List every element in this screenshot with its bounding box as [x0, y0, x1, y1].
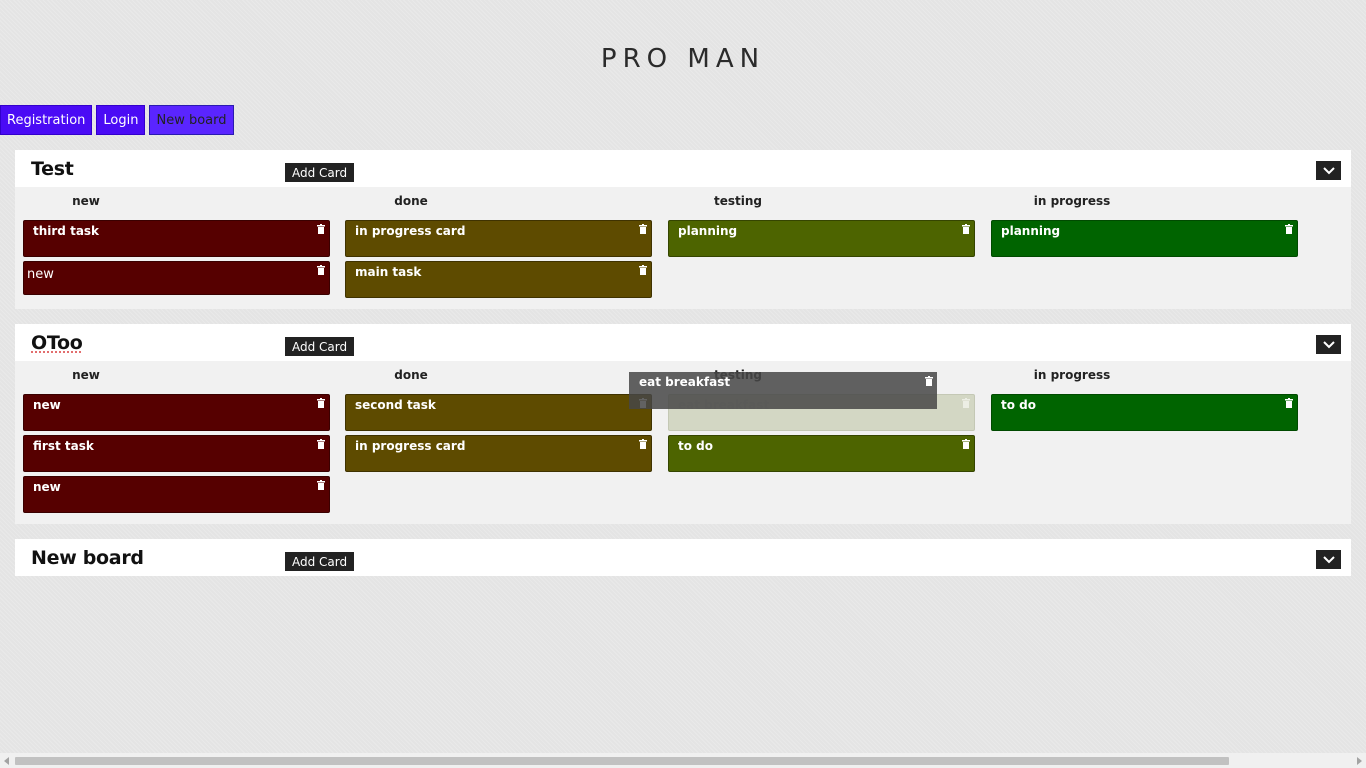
dragging-card[interactable]: eat breakfast	[629, 372, 937, 409]
trash-icon[interactable]	[639, 265, 647, 275]
top-nav: Registration Login New board	[0, 105, 234, 135]
trash-icon[interactable]	[1285, 398, 1293, 408]
trash-icon[interactable]	[317, 439, 325, 449]
trash-icon[interactable]	[962, 398, 970, 408]
card-title: to do	[678, 439, 713, 453]
card-title: to do	[1001, 398, 1036, 412]
column-title-in-progress: in progress	[1033, 368, 1111, 382]
add-card-button[interactable]: Add Card	[285, 163, 355, 182]
card[interactable]: third task	[23, 220, 330, 257]
card[interactable]: main task	[345, 261, 652, 298]
card[interactable]: planning	[991, 220, 1298, 257]
card[interactable]: in progress card	[345, 435, 652, 472]
card-title: planning	[678, 224, 738, 238]
login-button[interactable]: Login	[96, 105, 146, 135]
board-title[interactable]: Test	[31, 158, 74, 180]
trash-icon[interactable]	[317, 398, 325, 408]
page-title: PRO MAN	[600, 44, 766, 74]
board-test: Test Add Card new done testing in progre…	[15, 150, 1351, 309]
column-title-done: done	[394, 194, 428, 208]
card[interactable]: to do	[668, 435, 975, 472]
board-title[interactable]: New board	[31, 547, 144, 569]
card[interactable]: to do	[991, 394, 1298, 431]
card[interactable]: new	[23, 261, 330, 295]
new-board-button[interactable]: New board	[149, 105, 234, 135]
chevron-down-icon	[1322, 166, 1335, 174]
board-toggle-button[interactable]	[1316, 161, 1341, 180]
trash-icon[interactable]	[639, 439, 647, 449]
column-title-new: new	[72, 194, 100, 208]
board-header: OToo Add Card	[15, 324, 1351, 361]
chevron-down-icon	[1322, 340, 1335, 348]
trash-icon[interactable]	[962, 224, 970, 234]
trash-icon[interactable]	[317, 480, 325, 490]
column-title-in-progress: in progress	[1033, 194, 1111, 208]
trash-icon[interactable]	[639, 224, 647, 234]
board-header: Test Add Card	[15, 150, 1351, 187]
board-new-board: New board Add Card	[15, 539, 1351, 576]
board-header: New board Add Card	[15, 539, 1351, 576]
scrollbar-thumb[interactable]	[15, 757, 1229, 765]
card-title: eat breakfast	[639, 375, 731, 389]
horizontal-scrollbar[interactable]	[0, 753, 1366, 768]
card-title: new	[33, 398, 61, 412]
card-title: in progress card	[355, 439, 466, 453]
card[interactable]: planning	[668, 220, 975, 257]
column-title-done: done	[394, 368, 428, 382]
card-title: third task	[33, 224, 100, 238]
trash-icon[interactable]	[962, 439, 970, 449]
board-otoo: OToo Add Card new done testing in progre…	[15, 324, 1351, 524]
board-title[interactable]: OToo	[31, 332, 83, 354]
trash-icon[interactable]	[317, 224, 325, 234]
scroll-right-arrow-icon[interactable]	[1357, 757, 1362, 765]
card[interactable]: in progress card	[345, 220, 652, 257]
chevron-down-icon	[1322, 555, 1335, 563]
card-title: main task	[355, 265, 422, 279]
trash-icon[interactable]	[925, 376, 933, 386]
card[interactable]: second task	[345, 394, 652, 431]
column-title-testing: testing	[714, 194, 762, 208]
card-title: second task	[355, 398, 436, 412]
trash-icon[interactable]	[1285, 224, 1293, 234]
scroll-left-arrow-icon[interactable]	[4, 757, 9, 765]
trash-icon[interactable]	[317, 265, 325, 275]
board-toggle-button[interactable]	[1316, 335, 1341, 354]
column-title-new: new	[72, 368, 100, 382]
board-toggle-button[interactable]	[1316, 550, 1341, 569]
card[interactable]: first task	[23, 435, 330, 472]
card-title: planning	[1001, 224, 1061, 238]
add-card-button[interactable]: Add Card	[285, 337, 355, 356]
registration-button[interactable]: Registration	[0, 105, 93, 135]
card-title: in progress card	[355, 224, 466, 238]
card-title: new	[33, 480, 61, 494]
card-title: new	[27, 267, 54, 282]
add-card-button[interactable]: Add Card	[285, 552, 355, 571]
card-title: first task	[33, 439, 94, 453]
card[interactable]: new	[23, 394, 330, 431]
card[interactable]: new	[23, 476, 330, 513]
